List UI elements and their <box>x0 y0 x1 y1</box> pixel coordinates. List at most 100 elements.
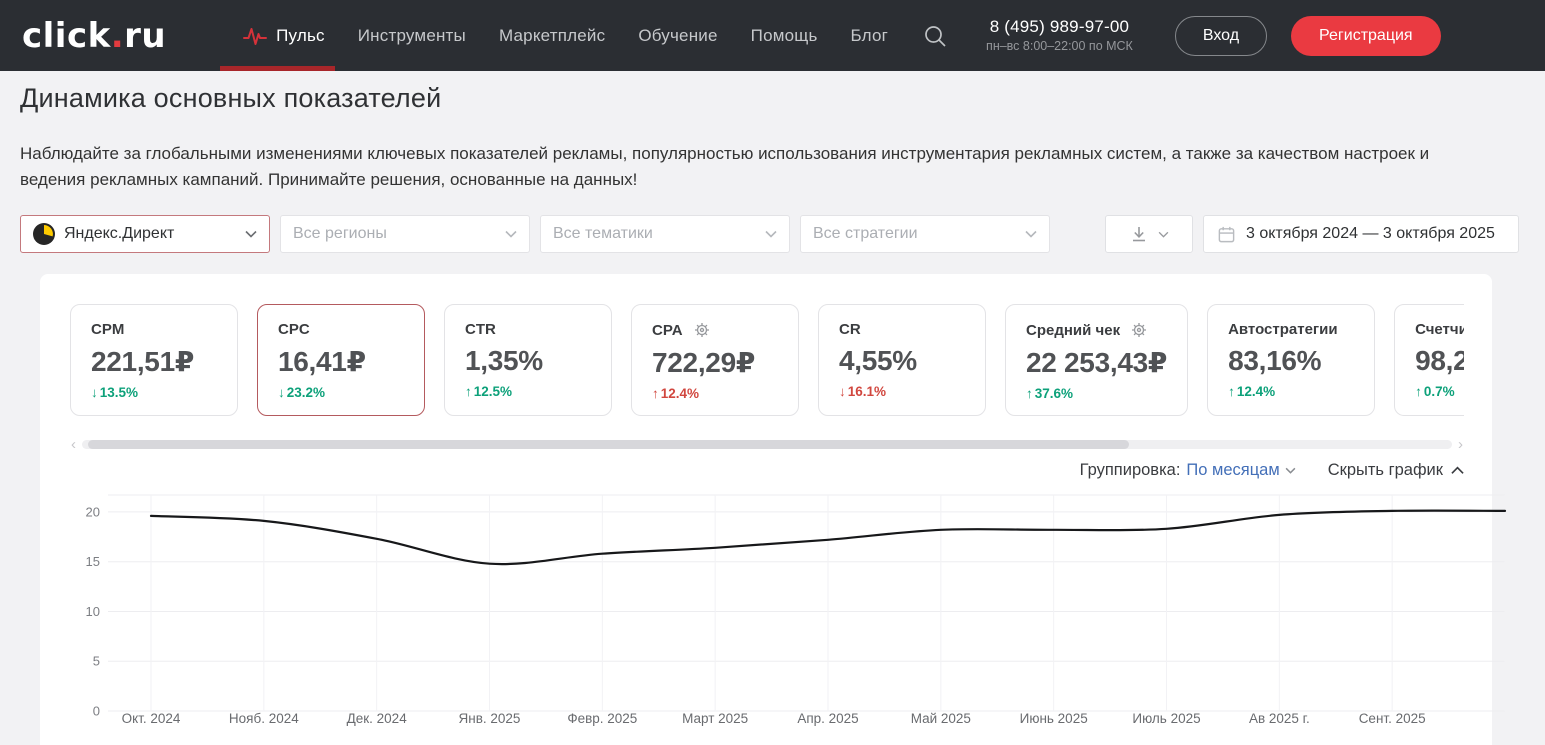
metric-card[interactable]: Автостратегии 83,16% ↑12.4% <box>1207 304 1375 416</box>
grouping-label: Группировка: <box>1080 461 1181 480</box>
download-icon <box>1129 224 1149 244</box>
nav-menu: Пульс Инструменты Маркетплейс Обучение Помощ… <box>242 0 888 71</box>
nav-item-label: Помощь <box>751 26 818 46</box>
svg-text:Дек. 2024: Дек. 2024 <box>347 711 408 726</box>
metric-card[interactable]: CPA 722,29₽ ↑12.4% <box>631 304 799 416</box>
metric-value: 722,29₽ <box>652 346 778 379</box>
svg-text:Июль 2025: Июль 2025 <box>1132 711 1200 726</box>
metric-delta: ↑12.4% <box>1228 384 1354 399</box>
calendar-icon <box>1217 225 1236 244</box>
metric-label: Счетчики <box>1415 321 1464 338</box>
chevron-down-icon <box>765 230 777 238</box>
search-button[interactable] <box>922 23 948 49</box>
gear-icon[interactable] <box>693 321 711 339</box>
metric-value: 16,41₽ <box>278 345 404 378</box>
filters-row: Яндекс.Директ Все регионы Все тематики В… <box>20 215 1519 253</box>
nav-item-help[interactable]: Помощь <box>751 0 818 71</box>
metric-card[interactable]: CPM 221,51₽ ↓13.5% <box>70 304 238 416</box>
svg-text:Сент. 2025: Сент. 2025 <box>1359 711 1426 726</box>
chevron-down-icon <box>505 230 517 238</box>
metric-delta: ↑12.4% <box>652 386 778 401</box>
contact-block: 8 (495) 989-97-00 пн–вс 8:00–22:00 по МС… <box>986 16 1133 55</box>
metric-value: 4,55% <box>839 345 965 377</box>
metric-card[interactable]: Счетчики 98,23% ↑0.7% <box>1394 304 1464 416</box>
svg-text:5: 5 <box>93 654 100 669</box>
scroll-left-icon[interactable]: ‹ <box>70 437 77 452</box>
svg-text:Янв. 2025: Янв. 2025 <box>459 711 521 726</box>
regions-select-placeholder: Все регионы <box>293 225 505 243</box>
metric-delta: ↑12.5% <box>465 384 591 399</box>
metric-label: CPA <box>652 322 683 339</box>
topics-select[interactable]: Все тематики <box>540 215 790 253</box>
svg-text:Февр. 2025: Февр. 2025 <box>567 711 637 726</box>
svg-text:0: 0 <box>93 704 100 719</box>
metric-value: 83,16% <box>1228 345 1354 377</box>
metric-delta: ↑37.6% <box>1026 386 1167 401</box>
regions-select[interactable]: Все регионы <box>280 215 530 253</box>
metric-card[interactable]: CR 4,55% ↓16.1% <box>818 304 986 416</box>
metric-label: CPM <box>91 321 124 338</box>
metric-value: 22 253,43₽ <box>1026 346 1167 379</box>
trend-arrow-icon: ↓ <box>278 385 285 400</box>
nav-item-marketplace[interactable]: Маркетплейс <box>499 0 605 71</box>
metric-label: CTR <box>465 321 496 338</box>
nav-item-tools[interactable]: Инструменты <box>358 0 466 71</box>
page-content: Динамика основных показателей Наблюдайте… <box>0 83 1545 745</box>
trend-arrow-icon: ↑ <box>465 384 472 399</box>
metrics-panel: CPM 221,51₽ ↓13.5% CPC 16,41₽ ↓23.2% <box>40 274 1492 745</box>
date-range-picker[interactable]: 3 октября 2024 — 3 октября 2025 <box>1203 215 1519 253</box>
chart-controls: Группировка: По месяцам Скрыть график <box>70 461 1464 480</box>
metric-cards-row: CPM 221,51₽ ↓13.5% CPC 16,41₽ ↓23.2% <box>70 304 1464 416</box>
svg-text:15: 15 <box>86 554 100 569</box>
source-select[interactable]: Яндекс.Директ <box>20 215 270 253</box>
trend-arrow-icon: ↑ <box>1026 386 1033 401</box>
strategies-select[interactable]: Все стратегии <box>800 215 1050 253</box>
login-button[interactable]: Вход <box>1175 16 1267 56</box>
svg-text:Окт. 2024: Окт. 2024 <box>122 711 181 726</box>
work-schedule: пн–вс 8:00–22:00 по МСК <box>986 39 1133 55</box>
metric-card[interactable]: CPC 16,41₽ ↓23.2% <box>257 304 425 416</box>
nav-item-label: Блог <box>851 26 889 46</box>
top-nav: click.ru Пульс Инструменты Маркетплейс Обуч… <box>0 0 1545 71</box>
metric-value: 98,23% <box>1415 345 1464 377</box>
metric-card[interactable]: CTR 1,35% ↑12.5% <box>444 304 612 416</box>
nav-item-label: Маркетплейс <box>499 26 605 46</box>
grouping-select[interactable]: По месяцам <box>1186 461 1295 480</box>
download-button[interactable] <box>1105 215 1193 253</box>
page-description: Наблюдайте за глобальными изменениями кл… <box>20 141 1475 193</box>
search-icon <box>922 23 948 49</box>
nav-item-pulse[interactable]: Пульс <box>242 0 325 71</box>
trend-arrow-icon: ↓ <box>839 384 846 399</box>
nav-item-label: Инструменты <box>358 26 466 46</box>
nav-item-label: Обучение <box>638 26 717 46</box>
svg-text:Март 2025: Март 2025 <box>682 711 748 726</box>
chevron-down-icon <box>1158 231 1169 238</box>
cards-scrollbar-track[interactable] <box>82 440 1452 449</box>
signup-button[interactable]: Регистрация <box>1291 16 1441 56</box>
nav-item-label: Пульс <box>276 26 325 46</box>
cards-scrollbar-thumb[interactable] <box>88 440 1129 449</box>
nav-item-blog[interactable]: Блог <box>851 0 889 71</box>
metrics-line-chart: 05101520Окт. 2024Нояб. 2024Дек. 2024Янв.… <box>70 489 1510 731</box>
metric-label: Автостратегии <box>1228 321 1338 338</box>
svg-text:Ав 2025 г.: Ав 2025 г. <box>1249 711 1310 726</box>
yandex-direct-icon <box>33 223 55 245</box>
svg-text:20: 20 <box>86 504 100 519</box>
gear-icon[interactable] <box>1130 321 1148 339</box>
metric-delta: ↓16.1% <box>839 384 965 399</box>
chart-area: 05101520Окт. 2024Нояб. 2024Дек. 2024Янв.… <box>70 489 1464 736</box>
metric-label: Средний чек <box>1026 322 1120 339</box>
logo[interactable]: click.ru <box>22 19 166 53</box>
svg-text:Июнь 2025: Июнь 2025 <box>1020 711 1088 726</box>
grouping-control: Группировка: По месяцам <box>1080 461 1296 480</box>
phone-number[interactable]: 8 (495) 989-97-00 <box>986 16 1133 37</box>
scroll-right-icon[interactable]: › <box>1457 437 1464 452</box>
nav-item-education[interactable]: Обучение <box>638 0 717 71</box>
trend-arrow-icon: ↓ <box>91 385 98 400</box>
chevron-down-icon <box>1285 467 1296 474</box>
metric-label: CR <box>839 321 861 338</box>
chevron-down-icon <box>1025 230 1037 238</box>
metric-card[interactable]: Средний чек 22 253,43₽ ↑37.6% <box>1005 304 1188 416</box>
hide-chart-toggle[interactable]: Скрыть график <box>1328 461 1464 480</box>
trend-arrow-icon: ↑ <box>1415 384 1422 399</box>
